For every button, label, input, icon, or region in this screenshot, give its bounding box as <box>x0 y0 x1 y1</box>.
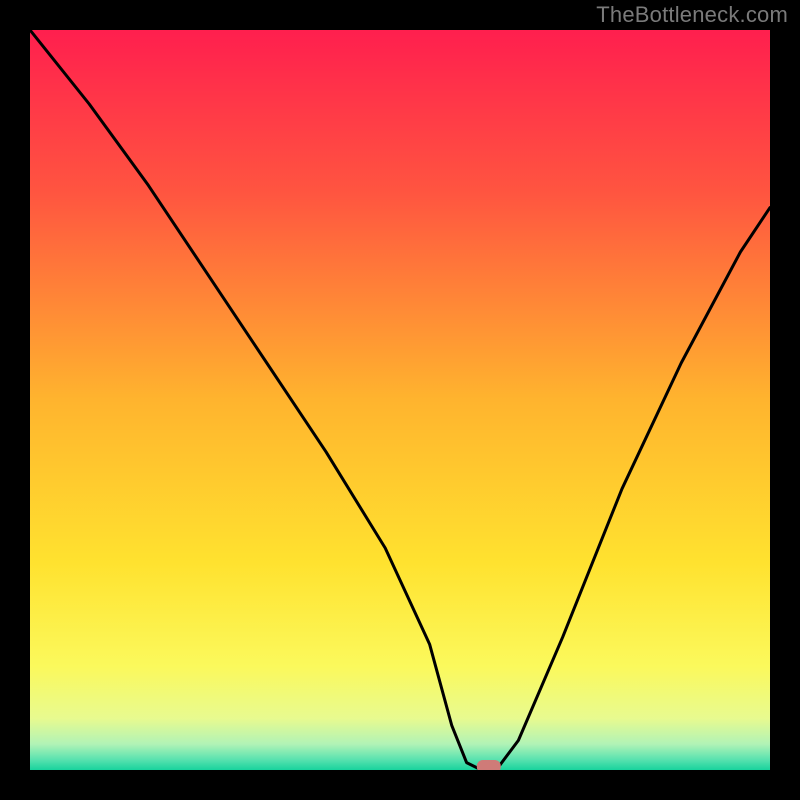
gradient-background <box>30 30 770 770</box>
chart-frame: TheBottleneck.com <box>0 0 800 800</box>
optimal-point-marker <box>477 760 501 770</box>
watermark-text: TheBottleneck.com <box>596 2 788 28</box>
bottleneck-chart-svg <box>30 30 770 770</box>
plot-area <box>30 30 770 770</box>
